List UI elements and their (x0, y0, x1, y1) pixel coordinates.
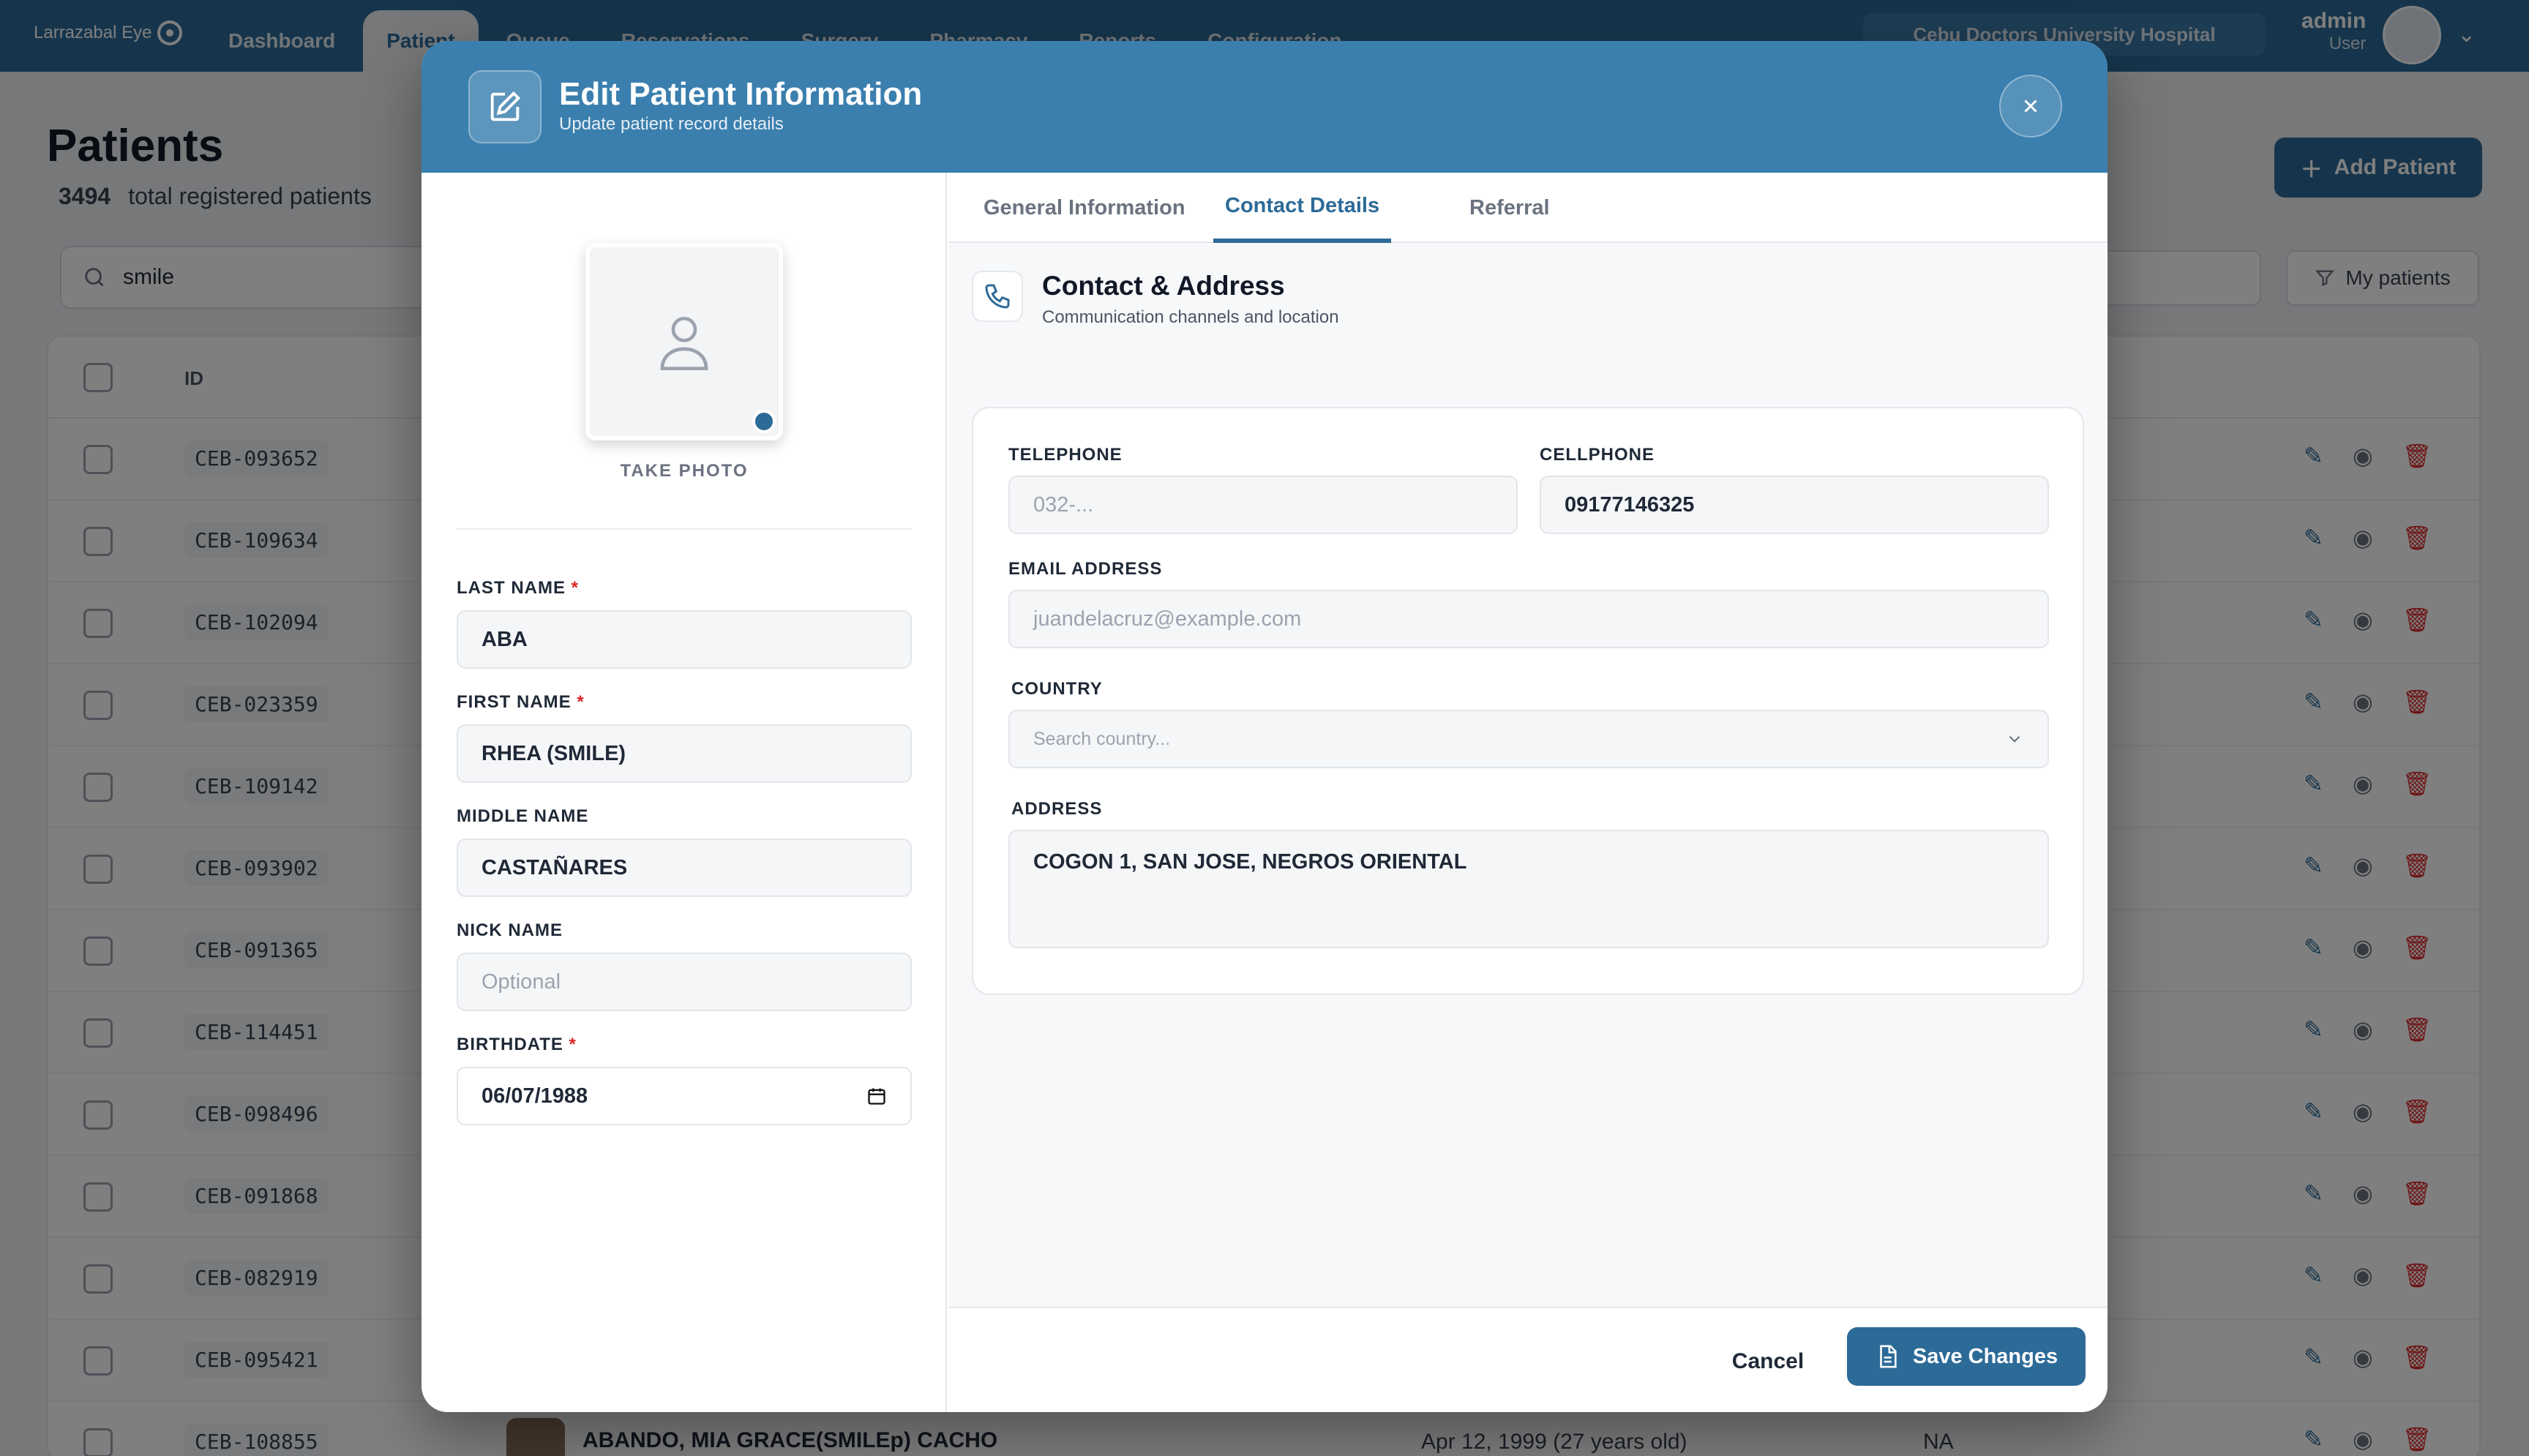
take-photo-label: TAKE PHOTO (620, 461, 749, 481)
middle-name-label: MIDDLE NAME (457, 806, 589, 826)
camera-status-dot (752, 410, 776, 433)
patient-basic-panel: TAKE PHOTO LAST NAME * ABA FIRST NAME * … (422, 173, 947, 1412)
nick-name-label: NICK NAME (457, 920, 563, 940)
birthdate-value: 06/07/1988 (482, 1084, 588, 1108)
required-mark: * (569, 1035, 577, 1054)
user-placeholder-icon (660, 317, 708, 370)
close-button[interactable] (1999, 75, 2062, 138)
birthdate-label-text: BIRTHDATE (457, 1035, 563, 1054)
country-placeholder: Search country... (1033, 728, 1171, 749)
country-select[interactable]: Search country... (1008, 710, 2049, 768)
last-name-label: LAST NAME * (457, 578, 579, 598)
birthdate-label: BIRTHDATE * (457, 1035, 577, 1055)
chevron-down-icon (2009, 735, 2020, 743)
take-photo-button[interactable] (585, 243, 783, 440)
first-name-label: FIRST NAME * (457, 692, 585, 713)
calendar-icon[interactable] (866, 1086, 887, 1106)
tab-general-information[interactable]: General Information (984, 173, 1185, 243)
save-changes-label: Save Changes (1912, 1344, 2058, 1368)
telephone-label: TELEPHONE (1008, 445, 1123, 465)
middle-name-field[interactable]: CASTAÑARES (457, 838, 912, 897)
last-name-field[interactable]: ABA (457, 610, 912, 669)
document-icon (1880, 1345, 1897, 1368)
save-changes-button[interactable]: Save Changes (1847, 1327, 2086, 1386)
modal-footer: Cancel Save Changes (948, 1307, 2108, 1412)
section-title: Contact & Address (1042, 271, 1285, 301)
close-icon (2024, 100, 2037, 113)
tab-referral[interactable]: Referral (1469, 173, 1550, 243)
edit-icon (468, 70, 542, 143)
first-name-label-text: FIRST NAME (457, 692, 572, 712)
address-field[interactable]: COGON 1, SAN JOSE, NEGROS ORIENTAL (1008, 830, 2049, 948)
detail-tabs: General Information Contact Details Refe… (948, 173, 2108, 243)
telephone-field[interactable]: 032-... (1008, 476, 1518, 534)
required-mark: * (577, 692, 585, 712)
phone-icon (972, 271, 1023, 322)
edit-patient-modal: Edit Patient Information Update patient … (422, 41, 2108, 1412)
tab-contact-details[interactable]: Contact Details (1213, 173, 1392, 243)
last-name-label-text: LAST NAME (457, 578, 566, 598)
modal-subtitle: Update patient record details (559, 114, 784, 134)
modal-header: Edit Patient Information Update patient … (422, 41, 2108, 173)
nick-name-field[interactable]: Optional (457, 953, 912, 1011)
email-field[interactable]: juandelacruz@example.com (1008, 590, 2049, 648)
section-subtitle: Communication channels and location (1042, 307, 1339, 327)
modal-title: Edit Patient Information (559, 76, 923, 112)
email-label: EMAIL ADDRESS (1008, 559, 1163, 579)
contact-card: TELEPHONE 032-... CELLPHONE 09177146325 … (972, 407, 2084, 995)
first-name-field[interactable]: RHEA (SMILE) (457, 724, 912, 783)
required-mark: * (571, 578, 580, 598)
divider (457, 528, 912, 530)
birthdate-field[interactable]: 06/07/1988 (457, 1067, 912, 1125)
country-label: COUNTRY (1011, 679, 1103, 699)
patient-detail-panel: General Information Contact Details Refe… (948, 173, 2108, 1412)
address-label: ADDRESS (1011, 799, 1103, 819)
cellphone-field[interactable]: 09177146325 (1540, 476, 2049, 534)
cancel-button[interactable]: Cancel (1712, 1333, 1824, 1390)
cellphone-label: CELLPHONE (1540, 445, 1655, 465)
